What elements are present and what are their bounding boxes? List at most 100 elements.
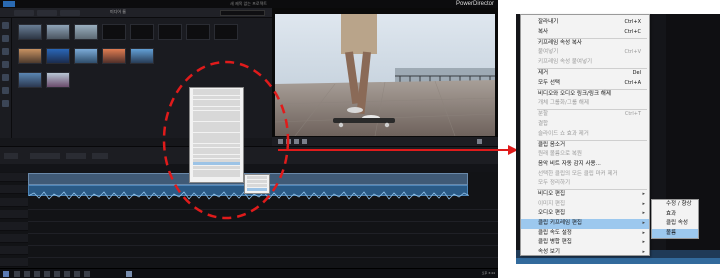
effect-room-icon[interactable] — [2, 35, 9, 42]
track-header[interactable] — [0, 234, 28, 243]
menu-item[interactable]: 속성 보기 ▸ — [521, 248, 649, 258]
play-icon[interactable] — [278, 139, 283, 144]
transition-room-icon[interactable] — [2, 87, 9, 94]
particle-room-icon[interactable] — [2, 61, 9, 68]
submenu-item[interactable]: 볼륨 — [652, 228, 698, 239]
menu-item[interactable]: 오디오 편집 ▸ — [521, 209, 649, 219]
library-title: 미디어 룸 — [110, 9, 126, 14]
media-thumbnail[interactable] — [74, 48, 98, 64]
menu-item[interactable]: 비디오와 오디오 링크/링크 해제 — [521, 90, 649, 100]
keyframe-submenu: 수정 / 향상 효과 클립 속성 볼륨 — [651, 199, 699, 239]
taskbar-app-icon[interactable] — [64, 271, 70, 277]
menu-item-label: 오디오 편집 — [538, 210, 566, 217]
track-header[interactable] — [0, 258, 28, 267]
previous-frame-icon[interactable] — [294, 139, 299, 144]
media-thumbnail[interactable] — [158, 24, 182, 40]
menu-item[interactable]: 복사 Ctrl+C — [521, 28, 649, 38]
taskbar-app-icon[interactable] — [14, 271, 20, 277]
menu-item[interactable]: 붙여넣기 Ctrl+V — [521, 48, 649, 58]
next-frame-icon[interactable] — [302, 139, 307, 144]
menu-item-label: 클립 키프레임 편집 — [538, 220, 582, 226]
tools-dropdown[interactable] — [30, 153, 60, 159]
track-header[interactable] — [0, 222, 28, 231]
track-divider — [28, 233, 498, 234]
taskbar-app-icon[interactable] — [24, 271, 30, 277]
taskbar-app-icon[interactable] — [44, 271, 50, 277]
menu-item[interactable]: 이미지 편집 ▸ — [521, 200, 649, 210]
fullscreen-icon[interactable] — [477, 139, 482, 144]
track-header[interactable] — [0, 210, 28, 219]
menu-item[interactable]: 비디오 편집 ▸ — [521, 190, 649, 200]
toolbar-tab[interactable] — [14, 10, 34, 16]
submenu-item[interactable]: 수정 / 향상 — [652, 200, 698, 210]
audio-mixing-room-icon[interactable] — [2, 100, 9, 107]
menu-row — [247, 184, 267, 187]
media-thumbnail[interactable] — [18, 72, 42, 88]
menu-item[interactable]: 클립 병합 편집 ▸ — [521, 238, 649, 248]
menu-item-shortcut: Ctrl+V — [624, 49, 641, 56]
media-thumbnail[interactable] — [46, 72, 70, 88]
menu-item[interactable]: 키프레임 속성 붙여넣기 — [521, 58, 649, 68]
menu-item[interactable]: 클립 키프레임 편집 ▸ — [521, 219, 649, 229]
menu-item[interactable]: 클립 속도 설정 ▸ — [521, 229, 649, 239]
menu-item-shortcut: Ctrl+X — [624, 19, 641, 25]
media-thumbnail[interactable] — [130, 48, 154, 64]
menu-item[interactable]: 원래 볼륨으로 복원 — [521, 150, 649, 160]
fix-enhance-button[interactable] — [66, 153, 86, 159]
menu-item[interactable]: 슬라이드 쇼 효과 제거 — [521, 130, 649, 140]
media-thumbnail[interactable] — [214, 24, 238, 40]
keyframe-button[interactable] — [92, 153, 108, 159]
playback-controls — [272, 137, 498, 146]
media-thumbnail[interactable] — [102, 48, 126, 64]
media-thumbnail[interactable] — [46, 24, 70, 40]
media-thumbnail[interactable] — [130, 24, 154, 40]
media-thumbnail[interactable] — [18, 24, 42, 40]
taskbar-app-icon[interactable] — [74, 271, 80, 277]
menu-item-label: 슬라이드 쇼 효과 제거 — [538, 130, 589, 137]
menu-item[interactable]: 모두 정리하기 — [521, 179, 649, 189]
timeline-ruler[interactable] — [0, 164, 498, 172]
stop-icon[interactable] — [286, 139, 291, 144]
track-header[interactable] — [0, 198, 28, 207]
powerdirector-taskbar-icon[interactable] — [126, 271, 132, 277]
timeline-tool[interactable] — [4, 153, 18, 159]
menu-item-label: 모두 정리하기 — [538, 180, 571, 187]
toolbar-tab[interactable] — [60, 10, 80, 16]
taskbar-app-icon[interactable] — [84, 271, 90, 277]
menu-row — [193, 173, 240, 177]
chevron-right-icon: ▸ — [642, 229, 645, 236]
media-thumbnail[interactable] — [102, 24, 126, 40]
library-search-input[interactable] — [220, 10, 265, 16]
menu-item[interactable]: 선택한 클립의 모든 클립 마커 제거 — [521, 170, 649, 180]
media-thumbnail[interactable] — [74, 24, 98, 40]
start-icon[interactable] — [3, 271, 9, 277]
menu-item[interactable]: 잘라내기 Ctrl+X — [521, 18, 649, 28]
track-header-video-1[interactable] — [0, 173, 28, 182]
toolbar-tab[interactable] — [37, 10, 57, 16]
media-thumbnail[interactable] — [46, 48, 70, 64]
menu-item[interactable]: 키프레임 속성 복사 — [521, 39, 649, 49]
media-thumbnail[interactable] — [186, 24, 210, 40]
submenu-item[interactable]: 클립 속성 — [652, 219, 698, 229]
submenu-item[interactable]: 효과 — [652, 210, 698, 220]
title-bar: 새 제목 없는 프로젝트 PowerDirector — [0, 0, 498, 8]
menu-item[interactable]: 제거 Del — [521, 69, 649, 79]
pip-room-icon[interactable] — [2, 48, 9, 55]
menu-item[interactable]: 결합 — [521, 120, 649, 130]
title-room-icon[interactable] — [2, 74, 9, 81]
taskbar-app-icon[interactable] — [34, 271, 40, 277]
windows-taskbar: 오후 3:44 — [0, 268, 498, 278]
taskbar-app-icon[interactable] — [54, 271, 60, 277]
menu-item[interactable]: 분할 Ctrl+T — [521, 110, 649, 120]
chevron-right-icon: ▸ — [642, 210, 645, 217]
menu-item[interactable]: 모두 선택 Ctrl+A — [521, 79, 649, 89]
track-divider — [28, 221, 498, 222]
track-header-audio-1[interactable] — [0, 185, 28, 194]
menu-item[interactable]: 음악 비트 자동 감지 사용... — [521, 160, 649, 170]
menu-item[interactable]: 클립 음소거 — [521, 141, 649, 151]
menu-item[interactable]: 개체 그룹화/그룹 해제 — [521, 99, 649, 109]
media-thumbnail[interactable] — [18, 48, 42, 64]
track-header[interactable] — [0, 246, 28, 255]
media-room-icon[interactable] — [2, 22, 9, 29]
menu-item-label: 이미지 편집 — [538, 200, 566, 207]
